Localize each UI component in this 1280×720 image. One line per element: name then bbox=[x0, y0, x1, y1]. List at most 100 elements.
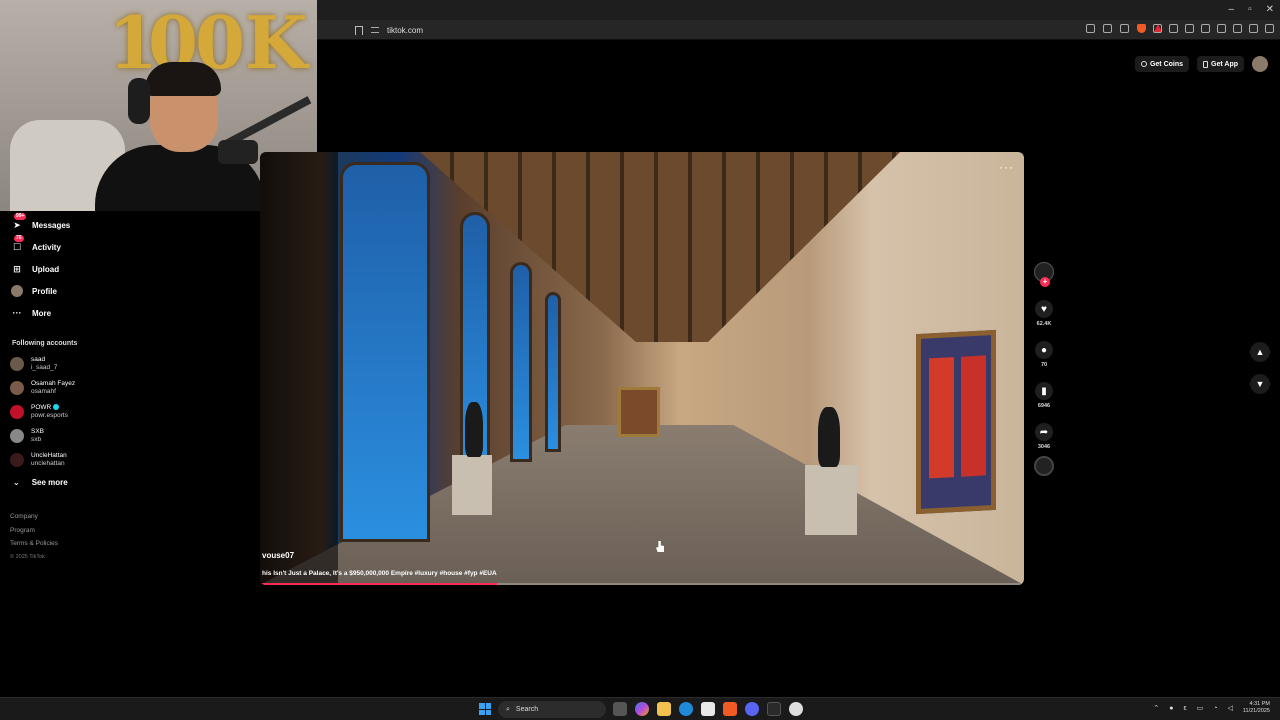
save-button[interactable]: ▮ bbox=[1035, 382, 1053, 400]
video-player[interactable]: ··· vouse07 his Isn't Just a Palace, It'… bbox=[260, 152, 1024, 585]
copilot-icon[interactable] bbox=[635, 702, 649, 716]
music-icon[interactable] bbox=[1185, 24, 1194, 33]
footer-link-terms[interactable]: Terms & Policies bbox=[10, 537, 58, 551]
account-handle: unclehattan bbox=[31, 460, 65, 467]
previous-video-button[interactable]: ▲ bbox=[1250, 342, 1270, 362]
video-action-bar: + ♥ 62.4K ● 70 ▮ 6946 ➦ 3046 bbox=[1031, 262, 1057, 476]
wifi-icon[interactable]: ◔ bbox=[1213, 705, 1217, 712]
like-button[interactable]: ♥ bbox=[1035, 300, 1053, 318]
screenshot-icon[interactable] bbox=[1169, 24, 1178, 33]
brave-icon[interactable] bbox=[723, 702, 737, 716]
video-scene-window bbox=[545, 292, 561, 452]
see-more-label: See more bbox=[31, 478, 68, 487]
video-scene-end-painting bbox=[618, 387, 660, 437]
xbox-icon[interactable] bbox=[767, 702, 781, 716]
task-view-icon[interactable] bbox=[613, 702, 627, 716]
start-button[interactable] bbox=[479, 703, 491, 715]
video-caption: his Isn't Just a Palace, It's a $950,000… bbox=[262, 570, 497, 577]
cast-icon[interactable] bbox=[1103, 24, 1112, 33]
no-video-icon[interactable] bbox=[1086, 24, 1095, 33]
sidebar-item-messages[interactable]: ➤ 99+ Messages bbox=[10, 213, 71, 232]
share-icon[interactable] bbox=[1120, 24, 1129, 33]
share-button[interactable]: ➦ bbox=[1035, 423, 1053, 441]
footer-link-company[interactable]: Company bbox=[10, 510, 58, 524]
leo-icon[interactable] bbox=[1233, 24, 1242, 33]
user-avatar[interactable] bbox=[1252, 56, 1268, 72]
follow-plus-icon[interactable]: + bbox=[1040, 277, 1050, 287]
sidebar-item-label: Upload bbox=[32, 264, 60, 274]
header-actions: Get Coins Get App bbox=[1134, 56, 1268, 72]
sidebar-icon[interactable] bbox=[1201, 24, 1210, 33]
account-handle: i_saad_7 bbox=[31, 364, 58, 371]
wallet-icon[interactable] bbox=[1217, 24, 1226, 33]
extensions-icon[interactable] bbox=[1153, 24, 1162, 33]
chevron-up-icon: ▲ bbox=[1255, 347, 1265, 357]
get-coins-button[interactable]: Get Coins bbox=[1134, 56, 1190, 72]
see-more-button[interactable]: ⌄ See more bbox=[13, 478, 68, 487]
plus-square-icon: ⊞ bbox=[13, 263, 21, 274]
account-name: UncleHattan bbox=[31, 452, 67, 459]
get-app-button[interactable]: Get App bbox=[1197, 56, 1244, 72]
account-item[interactable]: UncleHattan unclehattan bbox=[10, 452, 67, 468]
vpn-icon[interactable] bbox=[1249, 24, 1258, 33]
taskbar-clock[interactable]: 4:31 PM 11/21/2025 bbox=[1243, 701, 1270, 715]
video-progress-bar[interactable] bbox=[260, 583, 1024, 585]
sidebar-item-more[interactable]: ··· More bbox=[10, 306, 52, 320]
share-arrow-icon: ➦ bbox=[1039, 426, 1049, 438]
more-options-icon[interactable]: ··· bbox=[999, 160, 1014, 174]
microphone bbox=[218, 140, 258, 164]
next-video-button[interactable]: ▼ bbox=[1250, 374, 1270, 394]
chevron-down-icon: ⌄ bbox=[13, 478, 20, 487]
file-explorer-icon[interactable] bbox=[657, 702, 671, 716]
sidebar-item-label: Messages bbox=[32, 220, 71, 230]
comment-button[interactable]: ● bbox=[1035, 341, 1053, 359]
sidebar-item-profile[interactable]: Profile bbox=[10, 284, 57, 298]
account-item[interactable]: saad i_saad_7 bbox=[10, 356, 57, 372]
tray-chevron-up-icon[interactable]: ⌃ bbox=[1153, 704, 1159, 712]
paper-plane-icon: ➤ 99+ bbox=[13, 213, 27, 230]
inbox-icon: ☐ 76 bbox=[12, 235, 24, 252]
sidebar-item-label: Activity bbox=[32, 242, 61, 252]
balloon-k: K bbox=[245, 0, 308, 85]
get-coins-label: Get Coins bbox=[1149, 60, 1184, 68]
site-settings-icon[interactable] bbox=[371, 27, 379, 33]
avatar bbox=[10, 429, 24, 443]
account-name: Osamah Fayez bbox=[31, 380, 76, 387]
brave-shields-icon[interactable] bbox=[1137, 24, 1146, 33]
messages-badge: 99+ bbox=[14, 213, 27, 220]
chrome-icon[interactable] bbox=[789, 702, 803, 716]
discord-icon[interactable] bbox=[745, 702, 759, 716]
close-button[interactable]: ✕ bbox=[1266, 4, 1274, 15]
ellipsis-icon: ··· bbox=[12, 308, 22, 318]
url-text[interactable]: tiktok.com bbox=[387, 26, 423, 35]
volume-icon[interactable]: ◁ bbox=[1227, 704, 1232, 712]
music-disc-icon[interactable] bbox=[1034, 456, 1054, 476]
maximize-button[interactable]: ▫ bbox=[1248, 4, 1252, 15]
system-tray: ⌃ ● ε ▭ ◔ ◁ 4:31 PM 11/21/2025 bbox=[1153, 701, 1270, 715]
avatar bbox=[10, 381, 24, 395]
minimize-button[interactable]: – bbox=[1229, 4, 1235, 15]
avatar bbox=[10, 405, 24, 419]
edge-icon[interactable] bbox=[679, 702, 693, 716]
creator-avatar[interactable]: + bbox=[1034, 262, 1054, 287]
video-scene-statue bbox=[465, 402, 483, 457]
account-item[interactable]: Osamah Fayez osamahf bbox=[10, 380, 75, 396]
sidebar-item-activity[interactable]: ☐ 76 Activity bbox=[10, 235, 61, 254]
account-item[interactable]: POWR powr.esports bbox=[10, 404, 68, 420]
network-icon[interactable]: ▭ bbox=[1197, 704, 1204, 712]
store-icon[interactable] bbox=[701, 702, 715, 716]
footer-link-program[interactable]: Program bbox=[10, 524, 58, 538]
language-icon[interactable]: ε bbox=[1184, 705, 1187, 712]
taskbar-search[interactable]: ⌕ Search bbox=[498, 701, 606, 718]
video-scene-window bbox=[340, 162, 430, 542]
mic-icon[interactable]: ● bbox=[1169, 705, 1173, 712]
video-author[interactable]: vouse07 bbox=[262, 551, 294, 560]
bookmark-icon[interactable] bbox=[355, 25, 363, 35]
video-letterbox bbox=[260, 152, 338, 585]
sidebar-item-upload[interactable]: ⊞ Upload bbox=[10, 262, 59, 276]
sidebar-item-label: More bbox=[32, 308, 52, 318]
menu-icon[interactable] bbox=[1265, 24, 1274, 33]
address-bar-actions bbox=[1086, 24, 1162, 33]
like-count: 62.4K bbox=[1036, 321, 1052, 327]
account-item[interactable]: SXB sxb bbox=[10, 428, 44, 444]
